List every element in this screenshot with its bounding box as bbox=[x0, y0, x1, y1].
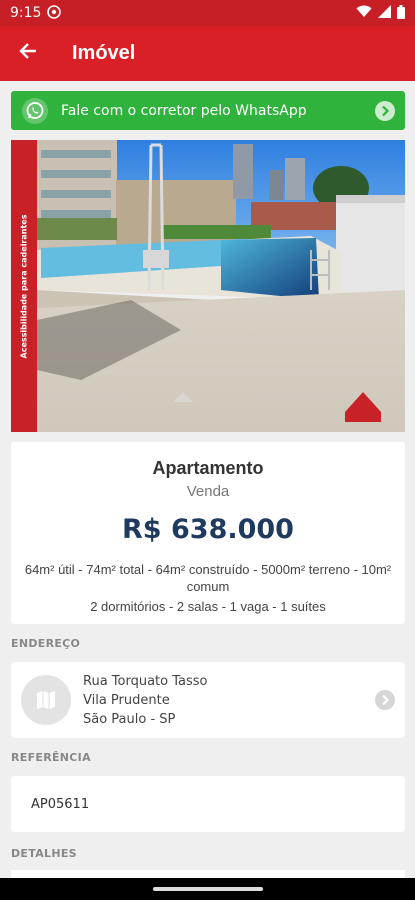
address-card[interactable]: Rua Torquato Tasso Vila Prudente São Pau… bbox=[11, 662, 405, 738]
address-section-label: ENDEREÇO bbox=[11, 637, 81, 650]
wifi-icon bbox=[356, 5, 372, 21]
cell-signal-icon bbox=[378, 5, 391, 21]
property-rooms: 2 dormitórios - 2 salas - 1 vaga - 1 suí… bbox=[90, 599, 326, 614]
chevron-right-icon bbox=[375, 100, 395, 121]
address-district: Vila Prudente bbox=[83, 692, 170, 708]
reference-code: AP05611 bbox=[31, 796, 90, 812]
chevron-right-icon bbox=[375, 690, 395, 710]
app-bar: Imóvel bbox=[0, 26, 415, 81]
status-bar: 9:15 bbox=[0, 0, 415, 26]
battery-icon bbox=[397, 4, 405, 22]
address-text: Rua Torquato Tasso Vila Prudente São Pau… bbox=[83, 672, 207, 729]
settings-notification-icon bbox=[47, 4, 62, 22]
accessibility-badge: Acessibilidade para cadeirantes bbox=[11, 140, 37, 432]
map-icon bbox=[21, 675, 71, 725]
property-price: R$ 638.000 bbox=[122, 514, 294, 545]
address-street: Rua Torquato Tasso bbox=[83, 673, 208, 689]
property-summary-card: Apartamento Venda R$ 638.000 64m² útil -… bbox=[11, 442, 405, 624]
reference-card: AP05611 bbox=[11, 776, 405, 832]
reference-section-label: REFERÊNCIA bbox=[11, 751, 91, 764]
whatsapp-icon bbox=[21, 97, 49, 125]
pool-photo-image bbox=[11, 140, 405, 432]
property-type: Apartamento bbox=[152, 458, 264, 478]
deal-type: Venda bbox=[186, 483, 230, 500]
whatsapp-label: Fale com o corretor pelo WhatsApp bbox=[61, 102, 307, 119]
whatsapp-contact-button[interactable]: Fale com o corretor pelo WhatsApp bbox=[11, 91, 405, 130]
home-gesture-handle[interactable] bbox=[152, 887, 263, 891]
address-city: São Paulo - SP bbox=[83, 711, 176, 727]
details-section-label: DETALHES bbox=[11, 847, 77, 860]
property-areas: 64m² útil - 74m² total - 64m² construído… bbox=[24, 562, 392, 594]
status-time: 9:15 bbox=[10, 5, 42, 21]
system-nav-bar bbox=[0, 878, 415, 900]
arrow-back-icon bbox=[18, 41, 38, 66]
property-photo[interactable]: Acessibilidade para cadeirantes bbox=[11, 140, 405, 432]
page-title: Imóvel bbox=[72, 42, 136, 64]
back-button[interactable] bbox=[0, 26, 56, 81]
accessibility-text: Acessibilidade para cadeirantes bbox=[19, 214, 29, 358]
